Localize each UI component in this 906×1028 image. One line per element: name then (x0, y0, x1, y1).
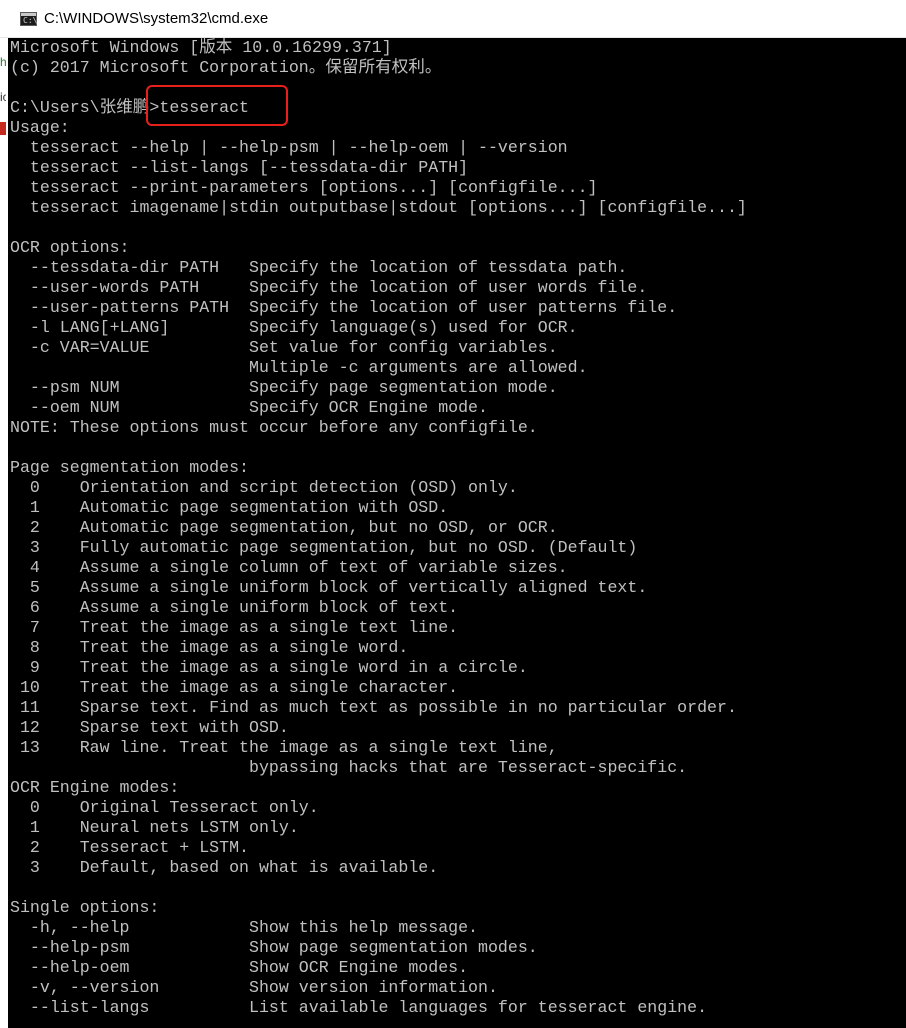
background-marker: ic (0, 90, 6, 104)
console-line: -c VAR=VALUE Set value for config variab… (10, 338, 558, 357)
console-line: 7 Treat the image as a single text line. (10, 618, 459, 637)
console-line: --user-words PATH Specify the location o… (10, 278, 648, 297)
console-line: -l LANG[+LANG] Specify language(s) used … (10, 318, 578, 337)
console-line: 12 Sparse text with OSD. (10, 718, 289, 737)
console-line: bypassing hacks that are Tesseract-speci… (10, 758, 688, 777)
console-line: OCR options: (10, 238, 130, 257)
console-line: 13 Raw line. Treat the image as a single… (10, 738, 558, 757)
console-line: 4 Assume a single column of text of vari… (10, 558, 568, 577)
console-line: --tessdata-dir PATH Specify the location… (10, 258, 628, 277)
title-bar[interactable]: C:\ C:\WINDOWS\system32\cmd.exe (0, 0, 906, 38)
console-line: 5 Assume a single uniform block of verti… (10, 578, 648, 597)
console-line: -v, --version Show version information. (10, 978, 498, 997)
console-line: 9 Treat the image as a single word in a … (10, 658, 528, 677)
background-marker: h (0, 55, 6, 69)
console-line: tesseract --list-langs [--tessdata-dir P… (10, 158, 469, 177)
console-line: --oem NUM Specify OCR Engine mode. (10, 398, 488, 417)
console-line: --help-psm Show page segmentation modes. (10, 938, 538, 957)
console-line: -h, --help Show this help message. (10, 918, 479, 937)
console-line: --list-langs List available languages fo… (10, 998, 708, 1017)
console-line: 1 Automatic page segmentation with OSD. (10, 498, 449, 517)
console-line: tesseract imagename|stdin outputbase|std… (10, 198, 747, 217)
console-line: Page segmentation modes: (10, 458, 249, 477)
console-line: OCR Engine modes: (10, 778, 180, 797)
console-line: NOTE: These options must occur before an… (10, 418, 538, 437)
background-marker-red (0, 122, 6, 135)
console-line: (c) 2017 Microsoft Corporation。保留所有权利。 (10, 58, 442, 77)
cmd-icon[interactable]: C:\ (20, 12, 37, 26)
console-line: 1 Neural nets LSTM only. (10, 818, 299, 837)
console-line: --user-patterns PATH Specify the locatio… (10, 298, 678, 317)
cmd-icon-prompt: C:\ (23, 16, 38, 25)
console-line: --help-oem Show OCR Engine modes. (10, 958, 469, 977)
console-line: 2 Tesseract + LSTM. (10, 838, 249, 857)
console-line: C:\Users\张维鹏>tesseract (10, 98, 249, 117)
console-line: Multiple -c arguments are allowed. (10, 358, 588, 377)
console-line: 3 Default, based on what is available. (10, 858, 439, 877)
cmd-window: C:\ C:\WINDOWS\system32\cmd.exe h ic Mic… (0, 0, 906, 1028)
console-line: Single options: (10, 898, 160, 917)
console-line: 6 Assume a single uniform block of text. (10, 598, 459, 617)
background-window-edge: h ic (0, 38, 8, 1028)
console-line: Usage: (10, 118, 70, 137)
console-line: --psm NUM Specify page segmentation mode… (10, 378, 558, 397)
console-line: 11 Sparse text. Find as much text as pos… (10, 698, 737, 717)
console-line: 0 Orientation and script detection (OSD)… (10, 478, 518, 497)
console-line: tesseract --help | --help-psm | --help-o… (10, 138, 568, 157)
console-output[interactable]: Microsoft Windows [版本 10.0.16299.371] (c)… (10, 38, 900, 1028)
console-line: 8 Treat the image as a single word. (10, 638, 409, 657)
console-line: tesseract --print-parameters [options...… (10, 178, 598, 197)
console-line: 0 Original Tesseract only. (10, 798, 319, 817)
console-line: 10 Treat the image as a single character… (10, 678, 459, 697)
console-line: 3 Fully automatic page segmentation, but… (10, 538, 638, 557)
console-line: 2 Automatic page segmentation, but no OS… (10, 518, 558, 537)
window-title: C:\WINDOWS\system32\cmd.exe (44, 10, 269, 27)
console-line: Microsoft Windows [版本 10.0.16299.371] (10, 38, 392, 57)
